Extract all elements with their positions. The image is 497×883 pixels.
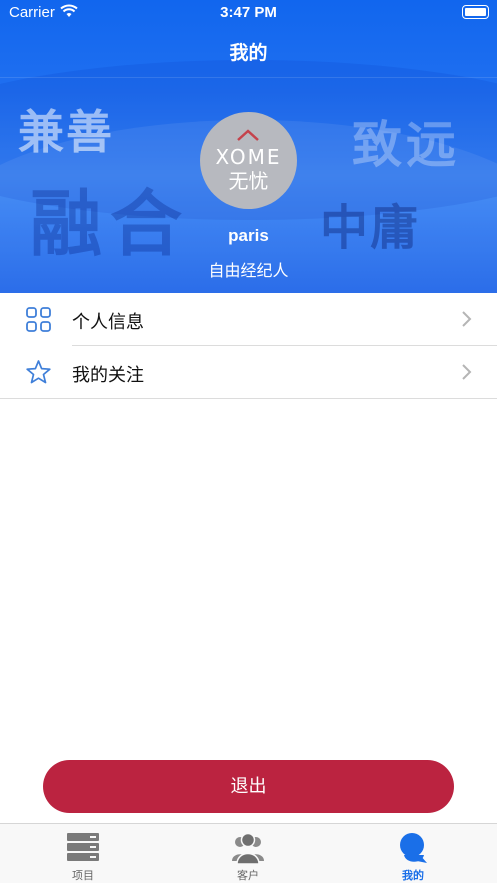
profile-banner: 兼善 融合 致远 中庸 Carrier 3:47 PM 我的 XOME 无忧 p… (0, 0, 497, 293)
menu-item-label: 我的关注 (72, 365, 144, 385)
tab-projects[interactable]: 项目 (0, 824, 166, 883)
tab-label: 项目 (72, 870, 94, 882)
svg-text:无忧: 无忧 (229, 169, 269, 193)
chevron-right-icon (462, 364, 472, 380)
menu-divider (0, 398, 497, 399)
page-title: 我的 (229, 43, 268, 64)
status-time: 3:47 PM (220, 4, 277, 21)
star-icon (26, 360, 51, 384)
tab-bar: 项目 客户 我的 (0, 823, 497, 883)
people-icon (232, 832, 264, 865)
person-icon (400, 833, 427, 863)
grid-icon (26, 307, 51, 332)
user-role: 自由经纪人 (208, 263, 289, 280)
server-stack-icon (67, 833, 99, 861)
status-bar: Carrier 3:47 PM (0, 0, 497, 26)
menu-item-label: 个人信息 (72, 312, 144, 332)
tab-me[interactable]: 我的 (330, 824, 496, 883)
svg-text:XOME: XOME (215, 145, 281, 169)
menu-item-my-follows[interactable]: 我的关注 (0, 346, 497, 399)
tab-label: 我的 (402, 870, 424, 882)
home-wuyou-logo-icon: XOME 无忧 (215, 129, 281, 193)
nav-divider (0, 77, 497, 78)
logout-button[interactable]: 退出 (43, 760, 454, 813)
tab-clients[interactable]: 客户 (165, 824, 331, 883)
tab-label: 客户 (237, 870, 259, 882)
chevron-right-icon (462, 311, 472, 327)
username: paris (228, 226, 269, 245)
menu-item-personal-info[interactable]: 个人信息 (0, 293, 497, 346)
battery-icon (462, 5, 489, 19)
avatar[interactable]: XOME 无忧 (200, 112, 297, 209)
